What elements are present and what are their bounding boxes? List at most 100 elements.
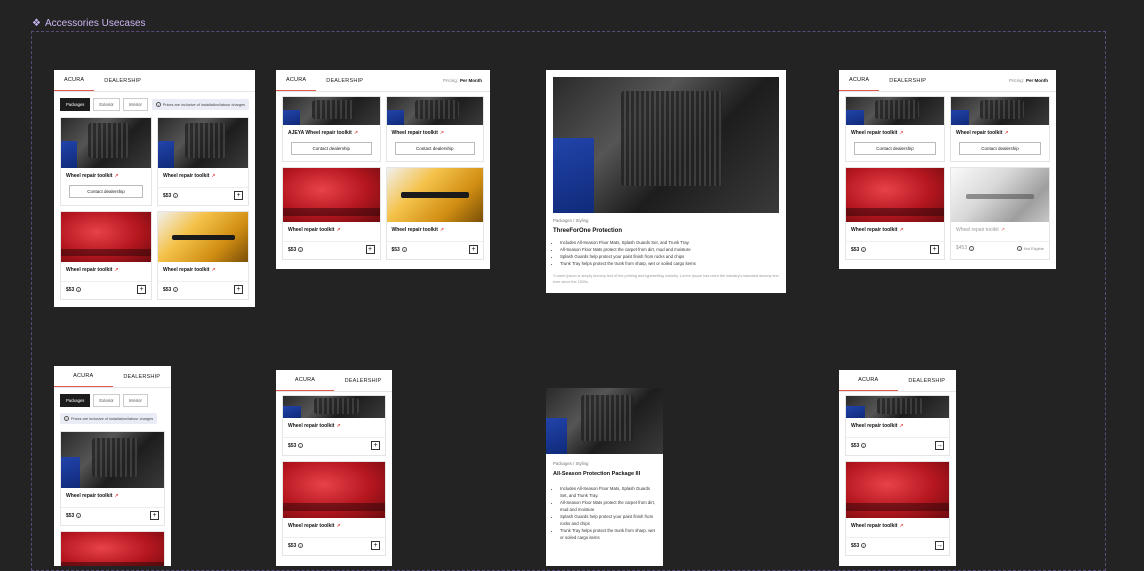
- section-label: ❖ Accessories Usecases: [32, 18, 146, 29]
- frame-mobile-packages: ACURA DEALERSHIP Packages Exterior Inter…: [54, 366, 171, 566]
- product-title[interactable]: Wheel repair toolkit ↗: [158, 262, 248, 276]
- product-name: Wheel repair toolkit: [956, 130, 1003, 136]
- filter-interior[interactable]: Interior: [122, 394, 148, 407]
- tab-dealership[interactable]: DEALERSHIP: [879, 70, 936, 91]
- product-image: [283, 168, 380, 222]
- add-button[interactable]: +: [930, 245, 939, 254]
- pricing-selector[interactable]: Pricing: Per Month: [443, 70, 490, 91]
- product-title[interactable]: Wheel repair toolkit ↗: [158, 168, 248, 182]
- product-image: [61, 118, 151, 168]
- tab-acura[interactable]: ACURA: [276, 370, 334, 391]
- filter-exterior[interactable]: Exterior: [93, 98, 120, 111]
- product-title[interactable]: Wheel repair toolkit ↗: [61, 262, 151, 276]
- frame-desktop-detail: Packages / Styling ThreeForOne Protectio…: [546, 70, 786, 293]
- product-title[interactable]: Wheel repair toolkit ↗: [283, 222, 380, 236]
- product-name: Wheel repair toolkit: [851, 227, 898, 233]
- product-image: [846, 462, 949, 518]
- external-link-icon: ↗: [336, 423, 341, 429]
- product-name: Wheel repair toolkit: [851, 130, 898, 136]
- product-title[interactable]: Wheel repair toolkit ↗: [283, 518, 385, 532]
- info-icon: i: [861, 543, 867, 548]
- product-name: Wheel repair toolkit: [66, 173, 113, 179]
- contact-dealership-button[interactable]: Contact dealership: [394, 142, 475, 155]
- product-title[interactable]: Wheel repair toolkit ↗: [846, 125, 944, 139]
- contact-dealership-button[interactable]: Contact dealership: [291, 142, 372, 155]
- add-button[interactable]: +: [234, 285, 243, 294]
- filter-packages[interactable]: Packages: [60, 98, 91, 111]
- product-grid: Wheel repair toolkit ↗ $53 i → Wheel repair…: [839, 392, 956, 562]
- product-title[interactable]: Wheel repair toolkit ↗: [387, 125, 484, 139]
- product-title[interactable]: AJEYA Wheel repair toolkit ↗: [283, 125, 380, 139]
- product-card[interactable]: AJEYA Wheel repair toolkit ↗ Contact deal…: [282, 96, 381, 162]
- tab-acura[interactable]: ACURA: [276, 70, 317, 91]
- detail-image: [546, 388, 663, 454]
- add-button[interactable]: +: [137, 285, 146, 294]
- detail-image: [553, 77, 779, 213]
- product-card[interactable]: Wheel repair toolkit ↗ $53 i +: [845, 167, 945, 260]
- product-title[interactable]: Wheel repair toolkit ↗: [846, 418, 949, 432]
- product-card[interactable]: Wheel repair toolkit ↗ Contact dealership: [845, 96, 945, 162]
- price-row: $53 i →: [846, 437, 949, 455]
- product-card[interactable]: Wheel repair toolkit ↗ Contact dealership: [385, 96, 484, 162]
- price-value: $453: [956, 245, 968, 251]
- tab-bar: ACURA DEALERSHIP Pricing: Per Month: [276, 70, 490, 92]
- product-title[interactable]: Wheel repair toolkit ↗: [387, 222, 484, 236]
- product-card[interactable]: [60, 531, 165, 566]
- product-title[interactable]: Wheel repair toolkit ↗: [846, 222, 944, 236]
- add-button[interactable]: +: [371, 541, 380, 550]
- product-title[interactable]: Wheel repair toolkit ↗: [951, 125, 1049, 139]
- info-icon: i: [76, 287, 82, 292]
- product-name: Wheel repair toolkit: [288, 227, 335, 233]
- product-card[interactable]: Wheel repair toolkit ↗ Contact dealership: [950, 96, 1050, 162]
- filter-interior[interactable]: Interior: [122, 98, 148, 111]
- product-card[interactable]: Wheel repair toolkit ↗ $53 i →: [845, 461, 950, 556]
- tab-dealership[interactable]: DEALERSHIP: [94, 70, 151, 91]
- product-card[interactable]: Wheel repair toolkit ↗ $53 i +: [157, 211, 249, 300]
- tab-dealership[interactable]: DEALERSHIP: [334, 370, 392, 391]
- detail-title: All-Season Protection Package III: [553, 471, 641, 477]
- tab-dealership[interactable]: DEALERSHIP: [113, 366, 172, 387]
- filter-exterior[interactable]: Exterior: [93, 394, 120, 407]
- tab-bar: ACURA DEALERSHIP: [839, 370, 956, 392]
- product-card[interactable]: Wheel repair toolkit ↗ Contact dealership: [60, 117, 152, 206]
- tab-dealership[interactable]: DEALERSHIP: [316, 70, 373, 91]
- product-card[interactable]: Wheel repair toolkit ↗ $53 i +: [157, 117, 249, 206]
- add-button[interactable]: →: [935, 441, 944, 450]
- product-title[interactable]: Wheel repair toolkit ↗: [846, 518, 949, 532]
- add-button[interactable]: +: [234, 191, 243, 200]
- product-card[interactable]: Wheel repair toolkit ↗ $53 i +: [60, 431, 165, 526]
- product-name: Wheel repair toolkit: [288, 423, 335, 429]
- price-row: $53 i →: [846, 537, 949, 555]
- product-card[interactable]: Wheel repair toolkit ↗ $53 i →: [845, 395, 950, 456]
- filter-packages[interactable]: Packages: [60, 394, 91, 407]
- add-button[interactable]: +: [150, 511, 159, 520]
- tab-acura[interactable]: ACURA: [54, 366, 113, 387]
- product-image: [283, 97, 380, 125]
- add-button[interactable]: +: [371, 441, 380, 450]
- pricing-selector[interactable]: Pricing: Per Month: [1009, 70, 1056, 91]
- contact-dealership-button[interactable]: Contact dealership: [959, 142, 1041, 155]
- price-row: $53 i +: [158, 187, 248, 205]
- add-button[interactable]: +: [365, 245, 375, 254]
- product-card[interactable]: Wheel repair toolkit ↗ $53 i +: [60, 211, 152, 300]
- add-button[interactable]: +: [469, 245, 478, 254]
- product-card[interactable]: Wheel repair toolkit ↗ $53 i +: [282, 461, 386, 556]
- frame-mobile-detail: Packages / Styling All-Season Protection…: [546, 388, 663, 566]
- add-button[interactable]: →: [935, 541, 944, 550]
- product-card[interactable]: Wheel repair toolkit ↗ $53 i +: [385, 167, 484, 260]
- contact-dealership-button[interactable]: Contact dealership: [69, 185, 143, 198]
- tab-acura[interactable]: ACURA: [54, 70, 95, 91]
- product-grid: Wheel repair toolkit ↗ $53 i + Wheel repair…: [276, 392, 392, 562]
- tab-acura[interactable]: ACURA: [839, 70, 880, 91]
- product-title[interactable]: Wheel repair toolkit ↗: [61, 168, 151, 182]
- product-card[interactable]: Wheel repair toolkit ↗ $53 i +: [282, 167, 381, 260]
- contact-dealership-button[interactable]: Contact dealership: [854, 142, 936, 155]
- frame-mobile-list-2: ACURA DEALERSHIP Wheel repair toolkit ↗ $…: [839, 370, 956, 566]
- product-title[interactable]: Wheel repair toolkit ↗: [61, 488, 164, 502]
- product-card[interactable]: Wheel repair toolkit ↗ $53 i +: [282, 395, 386, 456]
- price-value: $53: [288, 542, 297, 549]
- feature-item: Splash Guards help protect your paint fi…: [560, 513, 656, 527]
- tab-dealership[interactable]: DEALERSHIP: [898, 370, 957, 391]
- tab-acura[interactable]: ACURA: [839, 370, 898, 391]
- product-title[interactable]: Wheel repair toolkit ↗: [283, 418, 385, 432]
